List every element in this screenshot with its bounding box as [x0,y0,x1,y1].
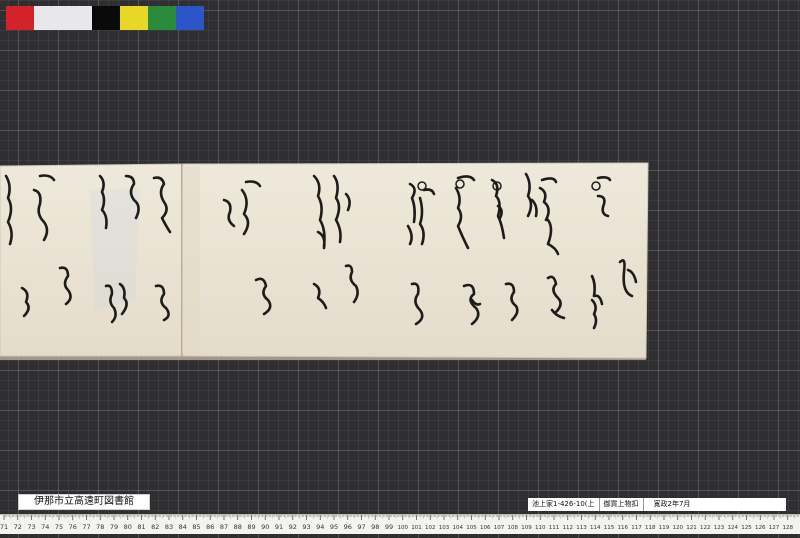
ruler-label: 83 [165,523,173,531]
catalog-label: 池上家1-426-10(上 御買上物扣 寛政2年7月 [528,498,786,511]
ruler-label: 115 [604,525,615,531]
ruler-scale: 71 72 73 74 75 76 77 78 79 80 81 82 83 84 85 86 87 88 89 90… [0,515,799,531]
ruler-label: 98 [371,523,379,531]
ruler-label: 103 [439,525,450,531]
ruler-label: 79 [110,523,118,531]
ruler-label: 124 [728,525,739,531]
call-number: 池上家1-426-10(上 [528,498,600,511]
ruler-label: 117 [631,525,642,531]
ruler-label: 97 [357,523,365,531]
ruler-label: 116 [618,525,629,531]
ruler-label: 78 [96,523,104,531]
ruler-label: 88 [234,523,242,531]
ruler-label: 127 [769,525,780,531]
ruler-label: 73 [27,523,35,531]
ruler-label: 94 [316,523,324,531]
document-scroll-photo [0,162,649,360]
ruler-label: 80 [124,523,132,531]
ruler-label: 95 [330,523,338,531]
ruler-label: 113 [576,525,587,531]
ruler-label: 81 [137,523,145,531]
ruler-label: 111 [549,525,560,531]
ruler-label: 122 [700,525,711,531]
ruler-label: 92 [289,523,297,531]
paper-sheets [0,162,649,360]
ruler-label: 82 [151,523,159,531]
ruler-label: 119 [659,525,670,531]
ruler-label: 101 [411,525,422,531]
ruler-label: 109 [521,525,532,531]
measuring-ruler: 71 72 73 74 75 76 77 78 79 80 81 82 83 84 85 86 87 88 89 90… [0,514,800,534]
ruler-label: 110 [535,525,546,531]
ruler-label: 87 [220,523,228,531]
ruler-label: 71 [0,523,8,531]
ruler-label: 100 [398,525,409,531]
ruler-label: 112 [563,525,574,531]
ruler-label: 121 [686,525,697,531]
ruler-label: 74 [41,523,49,531]
ruler-label: 91 [275,523,283,531]
ruler-label: 120 [673,525,684,531]
ruler-label: 108 [508,525,519,531]
library-name-label: 伊那市立高遠町図書館 [18,494,150,510]
ruler-label: 118 [645,525,656,531]
ruler-label: 76 [69,523,77,531]
ruler-label: 77 [82,523,90,531]
document-date: 寛政2年7月 [653,500,691,508]
ruler-label: 93 [302,523,310,531]
ruler-label: 99 [385,523,393,531]
ruler-label: 128 [783,525,794,531]
ruler-label: 86 [206,523,214,531]
ruler-label: 90 [261,523,269,531]
ruler-label: 84 [179,523,187,531]
ruler-label: 96 [344,523,352,531]
ruler-label: 89 [247,523,255,531]
ruler-label: 104 [453,525,464,531]
ruler-label: 123 [714,525,725,531]
ruler-label: 75 [55,523,63,531]
ruler-label: 107 [494,525,505,531]
ruler-label: 105 [466,525,477,531]
ruler-label: 106 [480,525,491,531]
document-title: 御買上物扣 [600,498,644,511]
ruler-label: 126 [755,525,766,531]
ruler-label: 102 [425,525,436,531]
ruler-label: 85 [192,523,200,531]
ruler-label: 125 [741,525,752,531]
ruler-label: 114 [590,525,601,531]
ruler-label: 72 [14,523,22,531]
